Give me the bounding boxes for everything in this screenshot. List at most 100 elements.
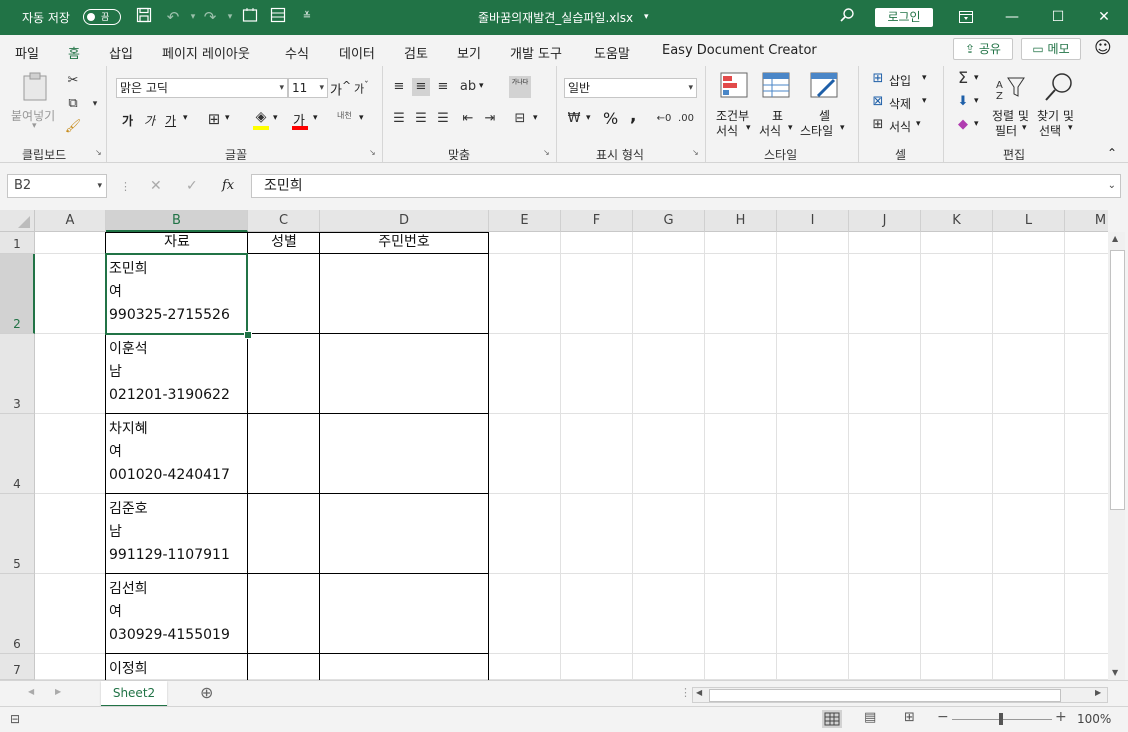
scroll-left-icon[interactable]: ◀: [696, 688, 702, 697]
cell-b5-line[interactable]: 991129-1107911: [106, 544, 248, 567]
insert-function-button[interactable]: fx: [222, 178, 234, 193]
cell-style-label-2[interactable]: 스타일: [800, 122, 833, 139]
column-header-h[interactable]: H: [705, 210, 777, 232]
select-all-button[interactable]: [0, 210, 35, 232]
name-box-dropdown-icon[interactable]: ▾: [97, 175, 102, 197]
zoom-out-button[interactable]: −: [937, 709, 949, 725]
share-button[interactable]: ⇪ 공유: [953, 38, 1013, 60]
search-icon[interactable]: [837, 7, 857, 27]
tab-file[interactable]: 파일: [15, 43, 39, 62]
format-cells-icon[interactable]: ⊞: [869, 116, 887, 134]
tab-page-layout[interactable]: 페이지 레이아웃: [162, 43, 250, 62]
italic-button[interactable]: 가: [144, 112, 155, 129]
accounting-dropdown-icon[interactable]: ▾: [586, 113, 591, 123]
borders-icon[interactable]: ⊞: [205, 110, 223, 128]
redo-icon[interactable]: ↷: [200, 7, 220, 27]
minimize-icon[interactable]: —: [989, 0, 1035, 35]
scroll-up-icon[interactable]: ▲: [1112, 234, 1118, 243]
cell-style-dropdown-icon[interactable]: ▾: [840, 123, 845, 133]
header-cell-id-number[interactable]: 주민번호: [320, 232, 488, 254]
page-layout-view-icon[interactable]: ▤: [864, 710, 876, 725]
merge-center-icon[interactable]: ⊟: [511, 110, 529, 128]
find-select-label-2[interactable]: 선택: [1039, 122, 1061, 139]
cell-b3-line[interactable]: 021201-3190622: [106, 384, 248, 407]
paste-dropdown-icon[interactable]: ▾: [32, 121, 37, 131]
collapse-ribbon-icon[interactable]: ⌃: [1107, 146, 1117, 160]
next-sheet-icon[interactable]: ▶: [55, 687, 61, 696]
cut-icon[interactable]: ✂: [64, 72, 82, 90]
comma-button[interactable]: ,: [630, 106, 636, 126]
header-cell-gender[interactable]: 성별: [248, 232, 320, 254]
number-launcher-icon[interactable]: ↘: [692, 148, 699, 157]
scroll-right-icon[interactable]: ▶: [1095, 688, 1101, 697]
format-cells-label[interactable]: 서식: [889, 118, 911, 135]
font-name-select[interactable]: 맑은 고딕 ▾: [116, 78, 288, 98]
tab-help[interactable]: 도움말: [594, 43, 630, 62]
column-header-l[interactable]: L: [993, 210, 1065, 232]
align-top-icon[interactable]: ≡: [390, 78, 408, 96]
formula-bar-grip-icon[interactable]: ⋮: [120, 180, 131, 193]
formula-input[interactable]: 조민희 ⌄: [251, 174, 1121, 198]
zoom-slider-thumb[interactable]: [999, 713, 1003, 725]
tab-view[interactable]: 보기: [457, 43, 481, 62]
phonetic-icon[interactable]: 내천: [337, 110, 352, 121]
smiley-feedback-icon[interactable]: ☺: [1094, 38, 1112, 58]
format-as-table-icon[interactable]: [762, 72, 790, 101]
grow-font-icon[interactable]: 가^: [330, 79, 351, 98]
conditional-dropdown-icon[interactable]: ▾: [746, 123, 751, 133]
phonetic-dropdown-icon[interactable]: ▾: [359, 113, 364, 123]
align-left-icon[interactable]: ☰: [390, 110, 408, 128]
sheet-tab-sheet2[interactable]: Sheet2: [101, 681, 167, 707]
normal-view-button[interactable]: [822, 710, 842, 728]
tab-formulas[interactable]: 수식: [285, 43, 309, 62]
tab-developer[interactable]: 개발 도구: [510, 43, 562, 62]
cell-b5-line[interactable]: 남: [106, 521, 248, 544]
decrease-decimal-icon[interactable]: .00: [677, 110, 695, 128]
shrink-font-icon[interactable]: 가ˇ: [354, 80, 369, 97]
percent-button[interactable]: %: [603, 109, 618, 128]
column-header-e[interactable]: E: [489, 210, 561, 232]
vertical-scroll-thumb[interactable]: [1110, 250, 1125, 510]
underline-dropdown-icon[interactable]: ▾: [183, 113, 188, 123]
cell-b4-line[interactable]: 001020-4240417: [106, 464, 248, 487]
delete-cells-label[interactable]: 삭제: [889, 95, 911, 112]
header-cell-data[interactable]: 자료: [106, 232, 248, 254]
column-header-c[interactable]: C: [248, 210, 320, 232]
table-format-dropdown-icon[interactable]: ▾: [788, 123, 793, 133]
autosum-icon[interactable]: Σ: [954, 69, 972, 87]
tab-insert[interactable]: 삽입: [109, 43, 133, 62]
align-bottom-icon[interactable]: ≡: [434, 78, 452, 96]
fill-handle[interactable]: [244, 331, 252, 339]
undo-icon[interactable]: ↶: [163, 7, 183, 27]
borders-dropdown-icon[interactable]: ▾: [225, 113, 230, 123]
font-launcher-icon[interactable]: ↘: [369, 148, 376, 157]
row-header-3[interactable]: 3: [0, 334, 35, 414]
row-header-5[interactable]: 5: [0, 494, 35, 574]
insert-dropdown-icon[interactable]: ▾: [922, 73, 927, 83]
orientation-icon[interactable]: ab: [459, 78, 477, 96]
insert-cells-icon[interactable]: ⊞: [869, 70, 887, 88]
column-header-i[interactable]: I: [777, 210, 849, 232]
customize-qat-icon[interactable]: ≚: [297, 7, 317, 27]
delete-dropdown-icon[interactable]: ▾: [922, 96, 927, 106]
column-header-k[interactable]: K: [921, 210, 993, 232]
font-color-dropdown-icon[interactable]: ▾: [313, 113, 318, 123]
alignment-launcher-icon[interactable]: ↘: [543, 148, 550, 157]
row-header-4[interactable]: 4: [0, 414, 35, 494]
sort-dropdown-icon[interactable]: ▾: [1022, 123, 1027, 133]
font-size-select[interactable]: 11 ▾: [288, 78, 328, 98]
paste-icon[interactable]: [22, 72, 50, 105]
cell-b5-line[interactable]: 김준호: [106, 498, 248, 521]
memo-button[interactable]: ▭ 메모: [1021, 38, 1081, 60]
tab-home[interactable]: 홈: [68, 43, 80, 68]
clear-eraser-icon[interactable]: ◆: [954, 116, 972, 134]
format-dropdown-icon[interactable]: ▾: [916, 119, 921, 129]
wrap-text-button[interactable]: 가나다: [509, 76, 531, 98]
horizontal-scrollbar[interactable]: ◀ ▶: [692, 687, 1108, 703]
clear-dropdown-icon[interactable]: ▾: [974, 119, 979, 129]
autosave-toggle[interactable]: 끔: [83, 9, 121, 25]
decrease-indent-icon[interactable]: ⇤: [459, 110, 477, 128]
align-middle-icon[interactable]: ≡: [412, 78, 430, 96]
row-header-6[interactable]: 6: [0, 574, 35, 654]
close-icon[interactable]: ✕: [1081, 0, 1127, 35]
